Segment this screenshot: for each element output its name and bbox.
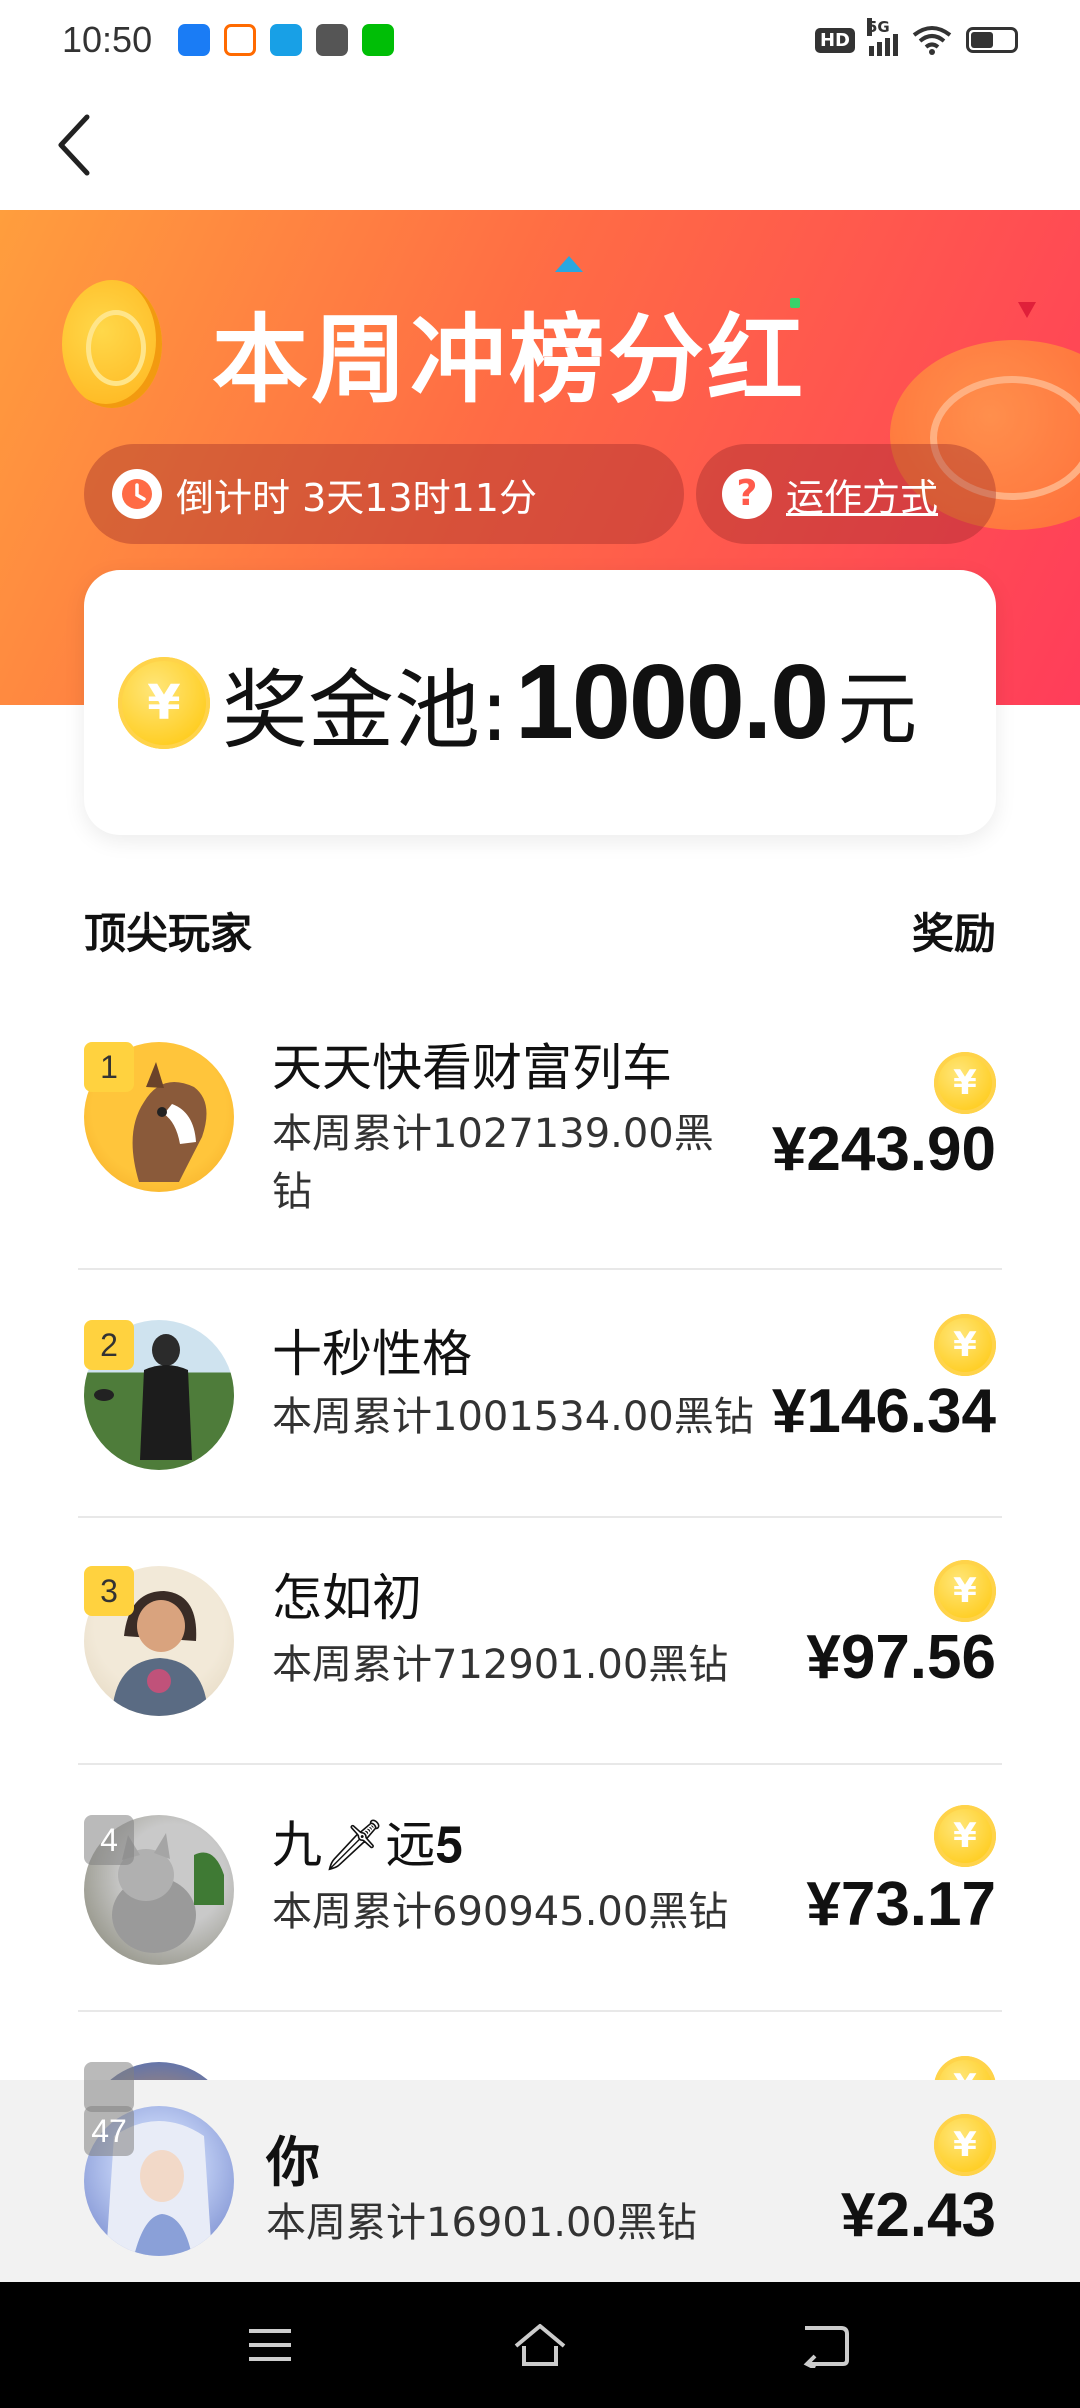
prize-pool-card: ¥ 奖金池: 1000.0 元: [84, 570, 996, 835]
coin-decoration-icon: [62, 280, 162, 408]
menu-icon: [249, 2329, 291, 2361]
player-name: 九🗡远𝟓: [272, 1816, 464, 1874]
leaderboard-row[interactable]: 3 怎如初 本周累计712901.00黑钻 ¥ ¥97.56: [0, 1518, 1080, 1765]
confetti-decoration: [1018, 302, 1036, 318]
leaderboard-header: 顶尖玩家 奖励: [84, 900, 996, 961]
ele-me-icon: [270, 24, 303, 56]
yuan-coin-icon: ¥: [934, 1314, 996, 1376]
player-name: 怎如初: [272, 1569, 422, 1627]
prize-pool-amount: 1000.0: [514, 643, 829, 761]
wifi-icon: [912, 26, 952, 55]
current-user-row[interactable]: 47 你 本周累计16901.00黑钻 ¥ ¥2.43: [0, 2080, 1080, 2282]
rank-badge: 3: [84, 1566, 134, 1616]
home-icon: [514, 2324, 566, 2366]
player-reward: ¥243.90: [771, 1115, 996, 1184]
home-button[interactable]: [505, 2312, 575, 2378]
battery-icon: [966, 27, 1018, 53]
leaderboard-row[interactable]: 2 十秒性格 本周累计1001534.00黑钻 ¥ ¥146.34: [0, 1270, 1080, 1518]
player-stat: 本周累计1027139.00黑钻: [272, 1111, 714, 1215]
page-title: 本周冲榜分红: [212, 304, 806, 416]
player-reward: ¥2.43: [840, 2181, 996, 2250]
rank-badge: 47: [84, 2106, 134, 2156]
player-stat: 本周累计712901.00黑钻: [272, 1642, 729, 1688]
player-reward: ¥146.34: [771, 1377, 996, 1446]
back-nav-button[interactable]: [790, 2312, 860, 2378]
player-stat: 本周累计1001534.00黑钻: [272, 1394, 754, 1440]
nav-bar: [0, 80, 1080, 210]
leaderboard-list: 1 天天快看财富列车 本周累计1027139.00黑钻 ¥ ¥243.90 2 …: [0, 990, 1080, 2212]
clock-icon: [112, 469, 162, 519]
app-screen: 10:50 HD 5G 本周冲榜分红 倒计时 3天13时11分 ? 运作方式 ¥…: [0, 0, 1080, 2408]
player-stat: 本周累计690945.00黑钻: [272, 1889, 729, 1935]
top-players-heading: 顶尖玩家: [84, 909, 253, 958]
system-status: HD 5G: [814, 18, 1018, 56]
tencent-video-icon: [178, 24, 211, 56]
yuan-coin-icon: ¥: [934, 1560, 996, 1622]
taobao-icon: [224, 24, 257, 56]
return-icon: [803, 2326, 849, 2368]
cellular-signal-icon: 5G: [867, 18, 898, 56]
rank-badge: 2: [84, 1320, 134, 1370]
player-reward: ¥73.17: [806, 1870, 996, 1939]
confetti-decoration: [555, 256, 583, 272]
iqiyi-icon: [362, 24, 395, 56]
network-type: 5G: [867, 18, 890, 36]
status-bar: 10:50 HD 5G: [0, 0, 1080, 80]
question-icon: ?: [722, 469, 772, 519]
rank-badge: 4: [84, 1815, 134, 1865]
notification-icons: [178, 24, 395, 56]
yuan-coin-icon: ¥: [934, 1805, 996, 1867]
player-name: 天天快看财富列车: [272, 1039, 672, 1097]
gift-icon: [316, 24, 349, 56]
yuan-coin-icon: ¥: [934, 2114, 996, 2176]
prize-pool-unit: 元: [837, 662, 918, 756]
leaderboard-row[interactable]: 1 天天快看财富列车 本周累计1027139.00黑钻 ¥ ¥243.90: [0, 990, 1080, 1270]
back-button[interactable]: [38, 110, 108, 180]
reward-heading: 奖励: [911, 909, 996, 958]
rank-badge: 1: [84, 1042, 134, 1092]
status-time: 10:50: [62, 19, 153, 60]
menu-button[interactable]: [235, 2312, 305, 2378]
how-it-works-label[interactable]: 运作方式: [786, 467, 938, 522]
chevron-left-icon: [58, 114, 90, 176]
countdown-text: 倒计时 3天13时11分: [176, 475, 537, 520]
yuan-coin-icon: ¥: [934, 1052, 996, 1114]
countdown-pill: 倒计时 3天13时11分: [84, 444, 684, 544]
how-it-works-link[interactable]: ? 运作方式: [696, 444, 996, 544]
player-name: 十秒性格: [272, 1325, 472, 1383]
hd-badge: HD: [814, 27, 855, 53]
rank-badge: [84, 2062, 134, 2112]
player-stat: 本周累计16901.00黑钻: [266, 2200, 697, 2246]
yuan-coin-icon: ¥: [118, 656, 210, 749]
player-reward: ¥97.56: [806, 1623, 996, 1692]
player-name: 你: [266, 2131, 320, 2194]
leaderboard-row[interactable]: 4 九🗡远𝟓 本周累计690945.00黑钻 ¥ ¥73.17: [0, 1765, 1080, 2012]
prize-pool-label: 奖金池:: [222, 661, 509, 761]
system-nav-bar: [0, 2282, 1080, 2408]
